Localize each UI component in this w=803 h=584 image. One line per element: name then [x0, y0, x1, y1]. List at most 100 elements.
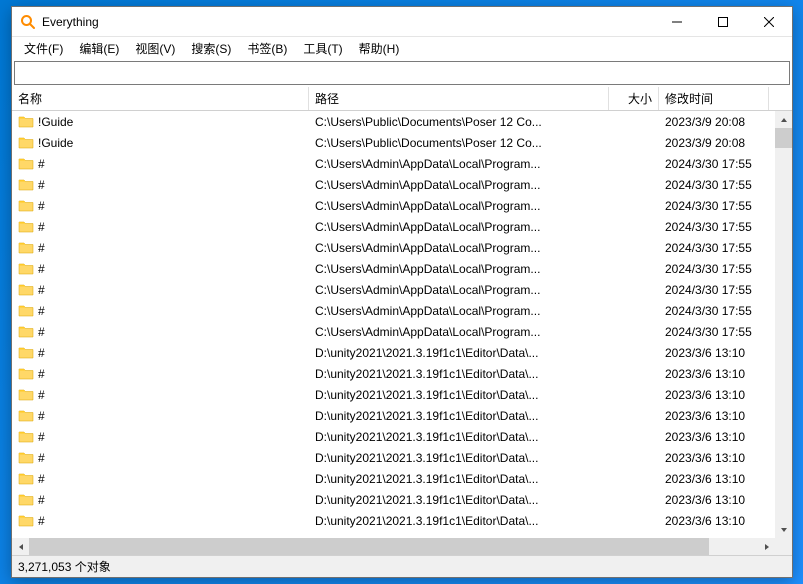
vertical-scrollbar[interactable] [775, 111, 792, 538]
cell-name: # [12, 216, 309, 237]
folder-icon [18, 366, 34, 382]
cell-size [609, 216, 659, 237]
table-row[interactable]: #C:\Users\Admin\AppData\Local\Program...… [12, 195, 775, 216]
table-row[interactable]: #D:\unity2021\2021.3.19f1c1\Editor\Data\… [12, 384, 775, 405]
file-name: # [38, 283, 45, 297]
cell-name: !Guide [12, 111, 309, 132]
search-input[interactable] [14, 61, 790, 85]
cell-size [609, 426, 659, 447]
cell-path: C:\Users\Admin\AppData\Local\Program... [309, 300, 609, 321]
table-row[interactable]: !GuideC:\Users\Public\Documents\Poser 12… [12, 132, 775, 153]
cell-name: # [12, 342, 309, 363]
folder-icon [18, 240, 34, 256]
table-row[interactable]: #D:\unity2021\2021.3.19f1c1\Editor\Data\… [12, 447, 775, 468]
table-row[interactable]: #D:\unity2021\2021.3.19f1c1\Editor\Data\… [12, 468, 775, 489]
folder-icon [18, 303, 34, 319]
cell-name: # [12, 258, 309, 279]
table-row[interactable]: # C:\Users\Admin\AppData\Local\Program...… [12, 300, 775, 321]
cell-date: 2024/3/30 17:55 [659, 300, 769, 321]
table-row[interactable]: #D:\unity2021\2021.3.19f1c1\Editor\Data\… [12, 363, 775, 384]
folder-icon [18, 345, 34, 361]
cell-size [609, 195, 659, 216]
cell-date: 2024/3/30 17:55 [659, 258, 769, 279]
table-row[interactable]: # C:\Users\Admin\AppData\Local\Program...… [12, 279, 775, 300]
cell-date: 2023/3/9 20:08 [659, 111, 769, 132]
vertical-scroll-thumb[interactable] [775, 128, 792, 148]
column-header-size[interactable]: 大小 [609, 87, 659, 110]
cell-path: C:\Users\Admin\AppData\Local\Program... [309, 279, 609, 300]
maximize-button[interactable] [700, 7, 746, 37]
cell-date: 2023/3/6 13:10 [659, 405, 769, 426]
cell-name: # [12, 468, 309, 489]
scroll-left-button[interactable] [12, 538, 29, 555]
file-name: # [38, 451, 45, 465]
table-row[interactable]: # D:\unity2021\2021.3.19f1c1\Editor\Data\… [12, 342, 775, 363]
cell-path: D:\unity2021\2021.3.19f1c1\Editor\Data\.… [309, 342, 609, 363]
vertical-scroll-track[interactable] [775, 128, 792, 521]
cell-path: C:\Users\Admin\AppData\Local\Program... [309, 216, 609, 237]
horizontal-scroll-track[interactable] [29, 538, 758, 555]
cell-size [609, 132, 659, 153]
cell-date: 2023/3/6 13:10 [659, 342, 769, 363]
column-header-name[interactable]: 名称 [12, 87, 309, 110]
menu-view[interactable]: 视图(V) [127, 38, 183, 59]
menu-tools[interactable]: 工具(T) [295, 38, 350, 59]
folder-icon [18, 387, 34, 403]
scroll-right-button[interactable] [758, 538, 775, 555]
titlebar[interactable]: Everything [12, 7, 792, 37]
table-row[interactable]: #C:\Users\Admin\AppData\Local\Program...… [12, 153, 775, 174]
folder-icon [18, 261, 34, 277]
table-row[interactable]: #D:\unity2021\2021.3.19f1c1\Editor\Data\… [12, 489, 775, 510]
table-row[interactable]: #C:\Users\Admin\AppData\Local\Program...… [12, 258, 775, 279]
column-header-date[interactable]: 修改时间 [659, 87, 769, 110]
cell-date: 2023/3/6 13:10 [659, 447, 769, 468]
column-header-path[interactable]: 路径 [309, 87, 609, 110]
file-name: # [38, 346, 45, 360]
table-row[interactable]: # C:\Users\Admin\AppData\Local\Program...… [12, 216, 775, 237]
column-headers: 名称 路径 大小 修改时间 [12, 87, 792, 111]
table-row[interactable]: #D:\unity2021\2021.3.19f1c1\Editor\Data\… [12, 426, 775, 447]
table-row[interactable]: #C:\Users\Admin\AppData\Local\Program...… [12, 174, 775, 195]
cell-date: 2023/3/6 13:10 [659, 384, 769, 405]
window-controls [654, 7, 792, 37]
folder-icon [18, 156, 34, 172]
close-button[interactable] [746, 7, 792, 37]
file-name: # [38, 304, 45, 318]
cell-name: # [12, 195, 309, 216]
file-name: # [38, 220, 45, 234]
cell-path: C:\Users\Public\Documents\Poser 12 Co... [309, 111, 609, 132]
cell-path: C:\Users\Admin\AppData\Local\Program... [309, 195, 609, 216]
minimize-button[interactable] [654, 7, 700, 37]
table-row[interactable]: #D:\unity2021\2021.3.19f1c1\Editor\Data\… [12, 510, 775, 531]
menu-search[interactable]: 搜索(S) [183, 38, 239, 59]
folder-icon [18, 492, 34, 508]
scroll-down-button[interactable] [775, 521, 792, 538]
cell-size [609, 153, 659, 174]
cell-path: C:\Users\Admin\AppData\Local\Program... [309, 153, 609, 174]
cell-name: # [12, 384, 309, 405]
table-row[interactable]: #C:\Users\Admin\AppData\Local\Program...… [12, 237, 775, 258]
cell-size [609, 510, 659, 531]
file-name: # [38, 430, 45, 444]
cell-date: 2023/3/6 13:10 [659, 489, 769, 510]
menu-bookmark[interactable]: 书签(B) [239, 38, 295, 59]
scroll-up-button[interactable] [775, 111, 792, 128]
table-row[interactable]: #D:\unity2021\2021.3.19f1c1\Editor\Data\… [12, 405, 775, 426]
menu-file[interactable]: 文件(F) [16, 38, 71, 59]
cell-date: 2023/3/6 13:10 [659, 510, 769, 531]
menu-help[interactable]: 帮助(H) [351, 38, 408, 59]
cell-date: 2024/3/30 17:55 [659, 174, 769, 195]
menu-edit[interactable]: 编辑(E) [71, 38, 127, 59]
cell-date: 2023/3/6 13:10 [659, 426, 769, 447]
cell-date: 2024/3/30 17:55 [659, 279, 769, 300]
cell-name: # [12, 237, 309, 258]
cell-size [609, 342, 659, 363]
horizontal-scrollbar[interactable] [12, 538, 792, 555]
table-row[interactable]: !GuideC:\Users\Public\Documents\Poser 12… [12, 111, 775, 132]
cell-date: 2024/3/30 17:55 [659, 216, 769, 237]
cell-size [609, 384, 659, 405]
horizontal-scroll-thumb[interactable] [29, 538, 709, 555]
cell-path: D:\unity2021\2021.3.19f1c1\Editor\Data\.… [309, 363, 609, 384]
cell-size [609, 300, 659, 321]
table-row[interactable]: #C:\Users\Admin\AppData\Local\Program...… [12, 321, 775, 342]
